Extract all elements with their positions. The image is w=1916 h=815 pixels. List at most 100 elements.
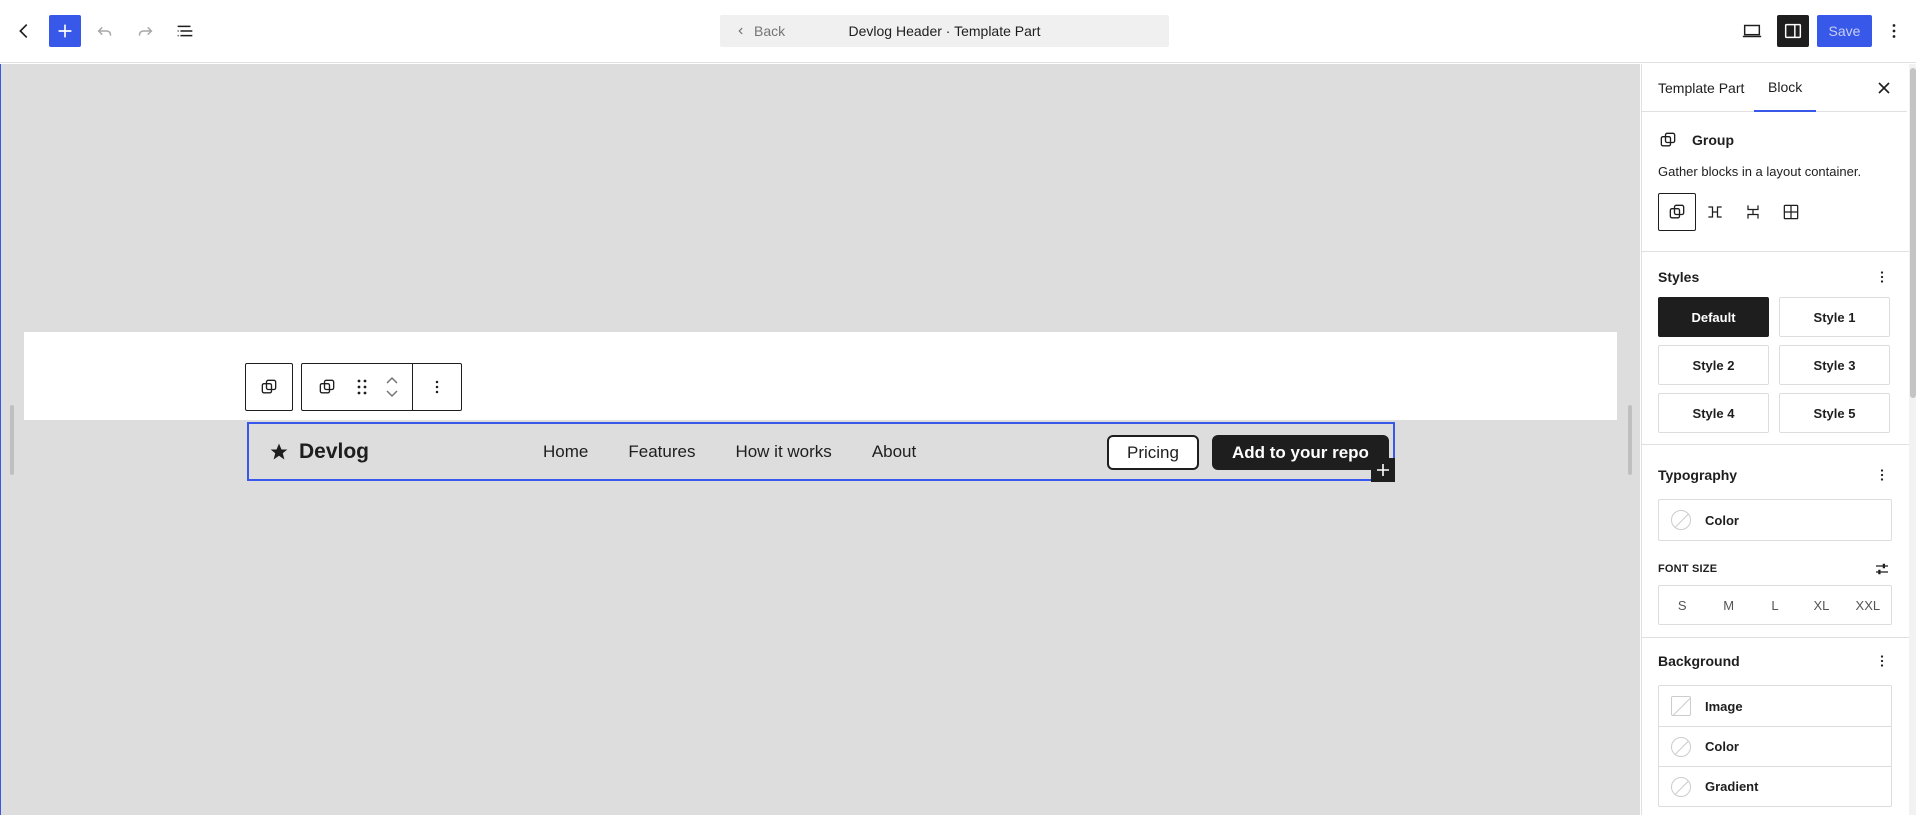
settings-sidebar: Template Part Block Group Gather blocks … bbox=[1641, 64, 1916, 815]
group-icon bbox=[1660, 132, 1676, 147]
style-1[interactable]: Style 1 bbox=[1779, 297, 1890, 337]
nav-item-about[interactable]: About bbox=[872, 442, 916, 462]
font-size-s[interactable]: S bbox=[1659, 586, 1705, 624]
scrollbar-thumb[interactable] bbox=[1910, 68, 1916, 398]
styles-options-button[interactable] bbox=[1872, 267, 1892, 287]
style-5[interactable]: Style 5 bbox=[1779, 393, 1890, 433]
block-card: Group Gather blocks in a layout containe… bbox=[1658, 130, 1892, 231]
sidebar-scrollbar[interactable] bbox=[1909, 64, 1916, 815]
row-icon bbox=[1708, 206, 1722, 218]
document-back-button[interactable]: Back bbox=[734, 15, 785, 47]
options-button[interactable] bbox=[1882, 15, 1906, 47]
resize-handle-right[interactable] bbox=[1628, 405, 1632, 475]
style-2[interactable]: Style 2 bbox=[1658, 345, 1769, 385]
typography-options-button[interactable] bbox=[1872, 465, 1892, 485]
text-color-label: Color bbox=[1705, 512, 1739, 528]
font-size-label: FONT SIZE bbox=[1658, 563, 1718, 575]
styles-title: Styles bbox=[1658, 269, 1700, 285]
font-size-xl[interactable]: XL bbox=[1798, 586, 1844, 624]
sidebar-icon bbox=[1784, 23, 1802, 39]
font-size-custom-button[interactable] bbox=[1872, 559, 1892, 579]
plus-icon bbox=[1377, 464, 1389, 476]
tab-block[interactable]: Block bbox=[1754, 64, 1817, 112]
save-button[interactable]: Save bbox=[1817, 15, 1872, 47]
document-title: Devlog Header · Template Part bbox=[848, 23, 1041, 39]
more-vertical-icon bbox=[435, 380, 439, 394]
star-icon bbox=[270, 443, 288, 459]
settings-sliders-icon bbox=[1876, 563, 1888, 575]
sidebar-tabs: Template Part Block bbox=[1642, 64, 1907, 112]
empty-swatch-icon bbox=[1671, 736, 1691, 757]
font-size-m[interactable]: M bbox=[1705, 586, 1751, 624]
tab-template-part[interactable]: Template Part bbox=[1658, 64, 1744, 112]
background-color-label: Color bbox=[1705, 739, 1739, 754]
block-mover[interactable] bbox=[372, 364, 412, 410]
pricing-button[interactable]: Pricing bbox=[1107, 435, 1199, 470]
append-block-button[interactable] bbox=[1371, 458, 1395, 482]
block-variations bbox=[1658, 193, 1892, 231]
redo-button[interactable] bbox=[129, 15, 161, 47]
font-size-xxl[interactable]: XXL bbox=[1845, 586, 1891, 624]
drag-handle[interactable] bbox=[352, 364, 372, 410]
site-logo[interactable]: Devlog bbox=[269, 424, 369, 479]
empty-swatch-icon bbox=[1671, 776, 1691, 797]
block-type-switcher[interactable] bbox=[302, 364, 352, 410]
list-view-icon bbox=[177, 25, 193, 37]
style-4[interactable]: Style 4 bbox=[1658, 393, 1769, 433]
background-gradient-control[interactable]: Gradient bbox=[1659, 766, 1891, 806]
chevron-up-icon[interactable] bbox=[384, 375, 400, 387]
nav-item-how-it-works[interactable]: How it works bbox=[735, 442, 831, 462]
nav-item-home[interactable]: Home bbox=[543, 442, 588, 462]
background-image-control[interactable]: Image bbox=[1659, 686, 1891, 726]
variation-group[interactable] bbox=[1658, 193, 1696, 231]
more-vertical-icon bbox=[1880, 655, 1884, 667]
plus-icon bbox=[58, 24, 72, 38]
back-label: Back bbox=[754, 23, 786, 39]
more-vertical-icon bbox=[1880, 469, 1884, 481]
back-to-site-button[interactable] bbox=[8, 15, 40, 47]
select-parent-button[interactable] bbox=[245, 363, 293, 411]
close-sidebar-button[interactable] bbox=[1872, 76, 1896, 100]
empty-swatch-icon bbox=[1671, 510, 1691, 530]
group-icon bbox=[1669, 204, 1685, 219]
background-image-label: Image bbox=[1705, 698, 1743, 714]
typography-title: Typography bbox=[1658, 467, 1738, 483]
block-options-button[interactable] bbox=[413, 364, 461, 410]
navigation: Home Features How it works About bbox=[543, 424, 956, 479]
undo-icon bbox=[97, 26, 112, 36]
drag-handle-icon bbox=[357, 379, 367, 395]
undo-button[interactable] bbox=[89, 15, 121, 47]
stack-icon bbox=[1747, 205, 1759, 219]
image-placeholder-icon bbox=[1671, 696, 1691, 716]
chevron-down-icon[interactable] bbox=[384, 387, 400, 399]
background-color-control[interactable]: Color bbox=[1659, 726, 1891, 766]
background-title: Background bbox=[1658, 653, 1740, 669]
site-title: Devlog bbox=[299, 439, 370, 463]
background-gradient-label: Gradient bbox=[1705, 779, 1759, 794]
text-color-control[interactable]: Color bbox=[1659, 500, 1891, 540]
background-panel: Background Image Color Gradient bbox=[1658, 653, 1892, 807]
nav-item-features[interactable]: Features bbox=[628, 442, 695, 462]
settings-toggle-button[interactable] bbox=[1777, 15, 1809, 47]
font-size-l[interactable]: L bbox=[1752, 586, 1798, 624]
block-title: Group bbox=[1692, 132, 1734, 148]
add-to-repo-button[interactable]: Add to your repo bbox=[1212, 435, 1389, 470]
variation-grid[interactable] bbox=[1772, 193, 1810, 231]
resize-handle-left[interactable] bbox=[10, 405, 14, 475]
desktop-icon bbox=[1742, 24, 1762, 38]
block-description: Gather blocks in a layout container. bbox=[1658, 164, 1862, 179]
more-vertical-icon bbox=[1880, 271, 1884, 283]
variation-stack[interactable] bbox=[1734, 193, 1772, 231]
style-default[interactable]: Default bbox=[1658, 297, 1769, 337]
redo-icon bbox=[138, 26, 153, 36]
styles-panel: Styles Default Style 1 Style 2 Style 3 S… bbox=[1658, 269, 1892, 433]
background-options-button[interactable] bbox=[1872, 651, 1892, 671]
editor-header: Back Devlog Header · Template Part Save bbox=[0, 0, 1916, 63]
block-inserter-button[interactable] bbox=[49, 15, 81, 47]
selected-group-block[interactable]: Devlog Home Features How it works About … bbox=[247, 422, 1395, 481]
document-bar[interactable]: Back Devlog Header · Template Part bbox=[720, 15, 1169, 47]
device-preview-button[interactable] bbox=[1736, 15, 1768, 47]
variation-row[interactable] bbox=[1696, 193, 1734, 231]
style-3[interactable]: Style 3 bbox=[1779, 345, 1890, 385]
list-view-button[interactable] bbox=[169, 15, 201, 47]
